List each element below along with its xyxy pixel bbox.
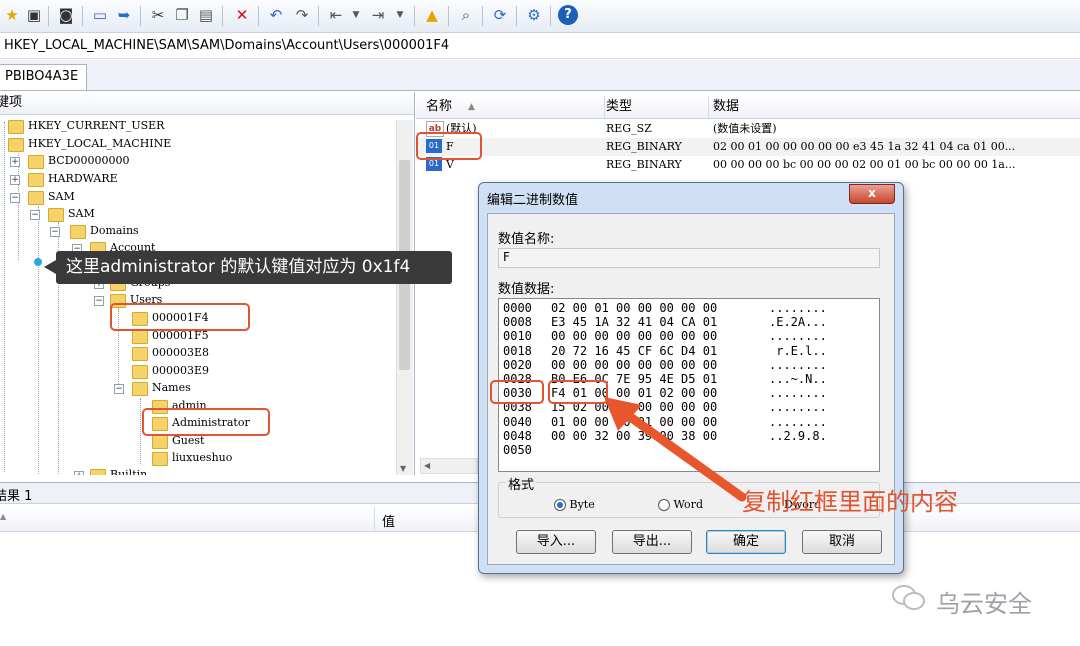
hex-offset: 0048: [503, 428, 532, 443]
hex-offset: 0010: [503, 329, 532, 344]
format-byte-radio[interactable]: Byte: [554, 498, 595, 511]
sort-icon: ▲: [468, 102, 475, 112]
value-name-field: F: [498, 248, 880, 268]
import-button[interactable]: 导入...: [516, 530, 596, 554]
redo-icon[interactable]: ↷: [292, 5, 312, 25]
tab-strip: PBIBO4A3E: [0, 60, 1080, 91]
close-button[interactable]: x: [849, 184, 895, 204]
hex-row[interactable]: 0018 20 72 16 45 CF 6C D4 01 r.E.l..: [503, 343, 879, 358]
expand-icon[interactable]: +: [10, 175, 20, 185]
value-row[interactable]: ab (默认) REG_SZ (数值未设置): [416, 120, 1080, 138]
properties-icon[interactable]: ◙: [56, 5, 76, 25]
settings-icon[interactable]: ⚙: [524, 5, 544, 25]
column-type[interactable]: 类型: [606, 96, 632, 118]
hex-offset: 0000: [503, 301, 532, 315]
dialog-title: 编辑二进制数值: [487, 193, 579, 208]
sort-icon: ▲: [0, 512, 7, 521]
forward-dropdown-icon[interactable]: ▼: [390, 5, 410, 25]
highlight-box: [490, 380, 544, 404]
hex-ascii: .E.2A...: [769, 315, 827, 330]
hex-ascii: ........: [769, 386, 827, 401]
highlight-box: [416, 132, 482, 160]
watermark-text: 乌云安全: [936, 590, 1032, 618]
tree-header: 键项: [0, 92, 414, 115]
hex-ascii: ........: [769, 357, 827, 372]
new-key-icon[interactable]: ★: [2, 5, 22, 25]
hex-ascii: ........: [769, 400, 827, 415]
favorite-icon[interactable]: ▲: [422, 5, 442, 25]
hex-ascii: ........: [769, 329, 827, 344]
hex-bytes[interactable]: 00 00 00 00 00 00 00 00: [551, 358, 717, 372]
values-hscrollbar[interactable]: ◀: [420, 458, 478, 474]
arrow-icon: [604, 397, 747, 502]
hex-bytes[interactable]: 02 00 01 00 00 00 00 00: [551, 301, 717, 315]
callout-tooltip: 这里administrator 的默认键值对应为 0x1f4: [56, 251, 452, 284]
callout-pointer: [44, 260, 56, 274]
hex-ascii: ...~.N..: [769, 372, 827, 386]
hex-offset: 0008: [503, 315, 532, 330]
hex-ascii: r.E.l..: [769, 343, 827, 358]
value-row[interactable]: 01 V REG_BINARY 00 00 00 00 bc 00 00 00 …: [416, 156, 1080, 174]
values-header: 名称 ▲ 类型 数据: [416, 96, 1080, 119]
collapse-icon[interactable]: −: [10, 193, 20, 203]
collapse-icon[interactable]: −: [30, 210, 40, 220]
hex-ascii: ..2.9.8.: [769, 428, 827, 443]
highlight-box: [110, 303, 250, 331]
hex-row[interactable]: 0008 E3 45 1A 32 41 04 CA 01 .E.2A...: [503, 315, 879, 330]
callout-dot: [34, 258, 42, 266]
highlight-box: [548, 380, 608, 404]
toolbar: ★ ▣ ◙ ▭ ➥ ✂ ❐ ▤ ✕ ↶ ↷ ⇤ ▼ ⇥ ▼ ▲ ⌕ ⟳ ⚙ ?: [0, 0, 1080, 33]
export-button[interactable]: 导出...: [612, 530, 692, 554]
copy-icon[interactable]: ❐: [172, 5, 192, 25]
find-icon[interactable]: ⌕: [456, 5, 476, 25]
collapse-icon[interactable]: −: [114, 384, 124, 394]
refresh-icon[interactable]: ⟳: [490, 5, 510, 25]
address-bar[interactable]: HKEY_LOCAL_MACHINE\SAM\SAM\Domains\Accou…: [0, 33, 1080, 59]
forward-icon[interactable]: ⇥: [368, 5, 388, 25]
hex-bytes[interactable]: 20 72 16 45 CF 6C D4 01: [551, 344, 717, 358]
column-name[interactable]: 名称: [426, 96, 452, 118]
cancel-button[interactable]: 取消: [802, 530, 882, 554]
tab-machine[interactable]: PBIBO4A3E: [0, 64, 88, 90]
monitor-icon[interactable]: ▭: [90, 5, 110, 25]
hex-row[interactable]: 0010 00 00 00 00 00 00 00 00........: [503, 329, 879, 344]
hex-ascii: ........: [769, 301, 827, 315]
help-icon[interactable]: ?: [558, 5, 578, 25]
hex-bytes[interactable]: 00 00 00 00 00 00 00 00: [551, 329, 717, 343]
export-icon[interactable]: ➥: [114, 5, 134, 25]
collapse-icon[interactable]: −: [94, 296, 104, 306]
hex-row[interactable]: 0020 00 00 00 00 00 00 00 00........: [503, 357, 879, 372]
annotation-text: 复制红框里面的内容: [742, 488, 958, 516]
wechat-icon: [892, 584, 925, 610]
tree-scrollbar[interactable]: ▼: [396, 120, 413, 475]
delete-icon[interactable]: ✕: [232, 5, 252, 25]
hex-ascii: ........: [769, 414, 827, 429]
back-icon[interactable]: ⇤: [326, 5, 346, 25]
expand-icon[interactable]: +: [10, 157, 20, 167]
collapse-icon[interactable]: −: [50, 227, 60, 237]
back-dropdown-icon[interactable]: ▼: [346, 5, 366, 25]
scroll-left-icon[interactable]: ◀: [424, 459, 430, 473]
hex-offset: 0050: [503, 443, 532, 457]
address-text: HKEY_LOCAL_MACHINE\SAM\SAM\Domains\Accou…: [4, 38, 450, 53]
hex-offset: 0018: [503, 343, 532, 358]
column-data[interactable]: 数据: [713, 96, 739, 118]
cut-icon[interactable]: ✂: [148, 5, 168, 25]
undo-icon[interactable]: ↶: [266, 5, 286, 25]
paste-icon[interactable]: ▤: [196, 5, 216, 25]
hex-offset: 0020: [503, 357, 532, 372]
hex-offset: 0040: [503, 414, 532, 429]
save-icon[interactable]: ▣: [24, 5, 44, 25]
hex-row[interactable]: 0000 02 00 01 00 00 00 00 00........: [503, 301, 879, 315]
scroll-down-icon[interactable]: ▼: [400, 464, 406, 473]
highlight-box: [142, 408, 270, 436]
hex-bytes[interactable]: E3 45 1A 32 41 04 CA 01: [551, 315, 717, 329]
ok-button[interactable]: 确定: [706, 530, 786, 554]
value-row-selected[interactable]: 01 F REG_BINARY 02 00 01 00 00 00 00 00 …: [416, 138, 1080, 156]
expand-icon[interactable]: +: [74, 471, 84, 475]
